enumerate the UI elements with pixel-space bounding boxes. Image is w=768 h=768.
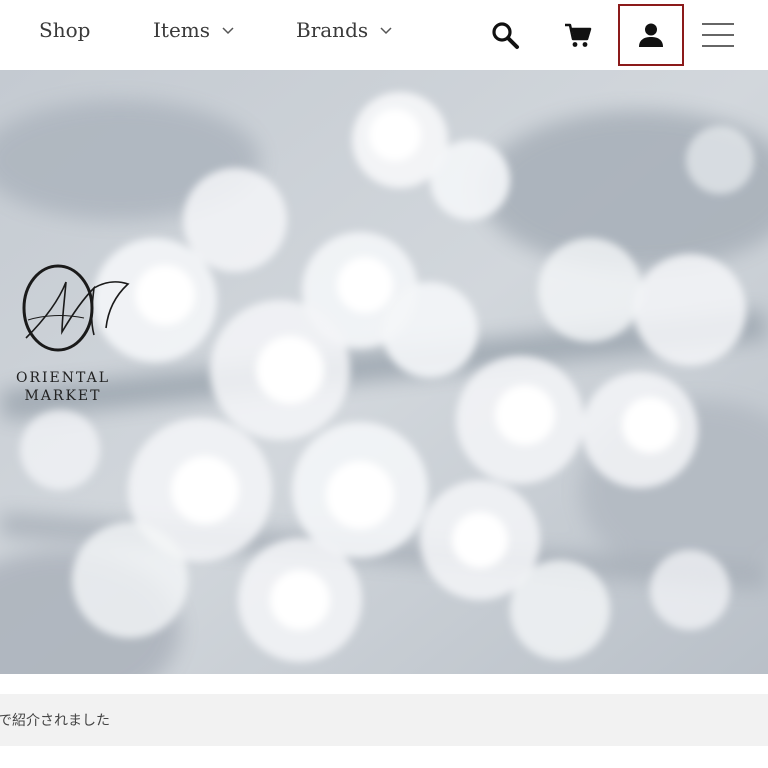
nav-brands-dropdown[interactable]: Brands: [296, 18, 392, 42]
nav-items-label: Items: [153, 18, 211, 42]
hero-banner: ORIENTAL MARKET: [0, 70, 768, 674]
logo-monogram-icon: [22, 264, 130, 352]
account-button[interactable]: [618, 4, 684, 66]
logo-text-line2: MARKET: [24, 388, 102, 404]
logo-text-line1: ORIENTAL: [16, 370, 110, 386]
hamburger-menu-icon: [702, 23, 734, 47]
chevron-down-icon: [222, 27, 234, 35]
menu-button[interactable]: [685, 4, 751, 66]
chevron-down-icon: [380, 27, 392, 35]
search-button[interactable]: [472, 4, 538, 66]
search-icon: [492, 22, 519, 49]
nav-items-dropdown[interactable]: Items: [153, 18, 234, 42]
oriental-market-logo: ORIENTAL MARKET: [4, 260, 132, 410]
cart-button[interactable]: [545, 4, 611, 66]
site-header: Shop Items Brands: [0, 0, 768, 70]
nav-brands-label: Brands: [296, 18, 369, 42]
user-icon: [639, 23, 663, 47]
cart-icon: [565, 23, 592, 47]
notice-bar: で紹介されました: [0, 694, 768, 746]
nav-shop-label: Shop: [39, 18, 91, 42]
nav-shop-link[interactable]: Shop: [39, 18, 90, 42]
notice-text: で紹介されました: [0, 713, 110, 729]
